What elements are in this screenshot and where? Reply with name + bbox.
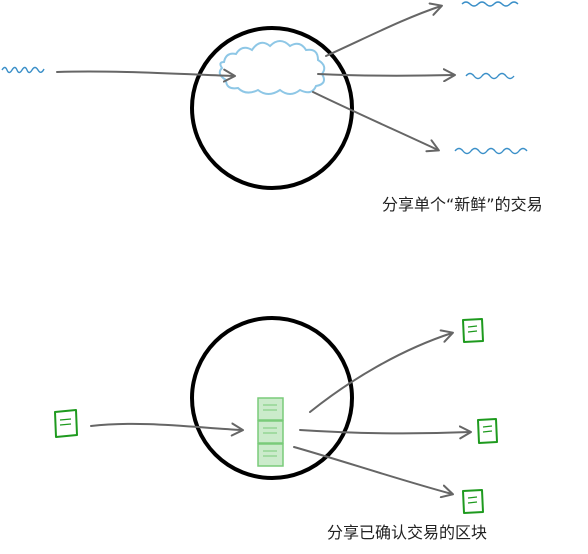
block-document-icon <box>462 489 484 514</box>
incoming-block-arrow <box>90 422 244 437</box>
stacked-block-icon <box>257 443 284 467</box>
share-arrow-right <box>317 68 456 83</box>
top-panel-caption: 分享单个“新鲜”的交易 <box>382 195 543 214</box>
node-circle-top <box>190 26 354 190</box>
share-arrow-up <box>325 2 443 57</box>
block-document-icon <box>54 409 78 438</box>
block-document-icon <box>462 318 484 343</box>
mempool-cloud-icon <box>218 40 326 95</box>
block-stack <box>257 397 284 467</box>
diagram: 分享单个“新鲜”的交易 分享已确认交易的区块 <box>0 0 588 554</box>
bottom-panel <box>54 316 498 514</box>
stacked-block-icon <box>257 420 284 444</box>
stacked-block-icon <box>257 397 284 421</box>
incoming-transaction-arrow <box>56 68 236 83</box>
diagram-canvas <box>1 1 528 514</box>
transaction-squiggle-icon <box>465 72 515 80</box>
bottom-panel-caption: 分享已确认交易的区块 <box>327 523 488 542</box>
share-block-arrow-right <box>299 425 472 440</box>
share-block-arrow-down <box>293 446 454 499</box>
transaction-squiggle-icon <box>1 66 45 74</box>
transaction-squiggle-icon <box>461 1 519 7</box>
share-arrow-down <box>312 91 440 153</box>
block-document-icon <box>477 418 498 444</box>
top-panel <box>1 1 528 190</box>
transaction-squiggle-icon <box>454 147 528 155</box>
